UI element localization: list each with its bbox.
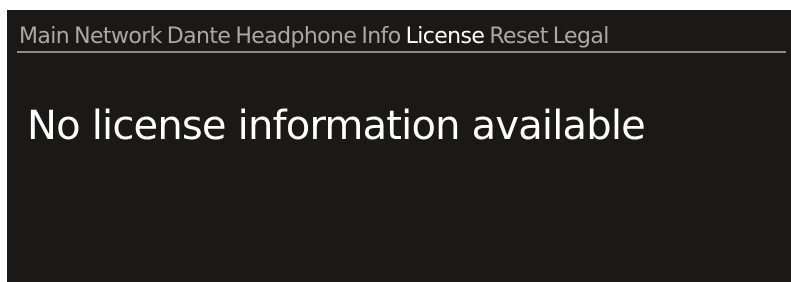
tab-reset[interactable]: Reset	[489, 22, 548, 52]
tab-info[interactable]: Info	[361, 22, 401, 52]
tab-main[interactable]: Main	[19, 22, 70, 52]
device-screen: Main Network Dante Headphone Info License Rese…	[7, 10, 791, 282]
tab-license[interactable]: License	[406, 22, 485, 52]
tab-headphone[interactable]: Headphone	[235, 22, 357, 52]
tab-legal[interactable]: Legal	[553, 22, 610, 52]
tab-dante[interactable]: Dante	[167, 22, 231, 52]
tab-divider	[17, 51, 786, 53]
tab-network[interactable]: Network	[74, 22, 162, 52]
tab-bar: Main Network Dante Headphone Info License Rese…	[19, 22, 614, 52]
license-status-message: No license information available	[27, 103, 646, 149]
